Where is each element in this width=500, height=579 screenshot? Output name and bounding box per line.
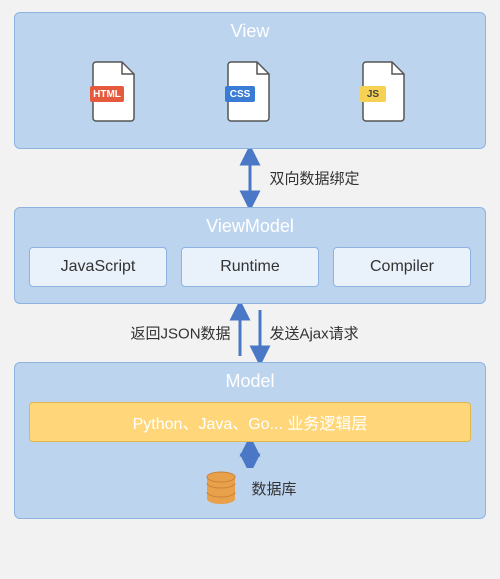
connector-business-db xyxy=(29,442,471,468)
viewmodel-item-javascript: JavaScript xyxy=(29,247,167,287)
connector-viewmodel-model: 返回JSON数据 发送Ajax请求 xyxy=(14,304,486,362)
bidirectional-arrow-icon xyxy=(235,149,265,207)
html-file-icon: HTML xyxy=(90,60,140,122)
view-icons-row: HTML CSS JS xyxy=(29,52,471,132)
viewmodel-items-row: JavaScript Runtime Compiler xyxy=(29,247,471,287)
viewmodel-item-runtime: Runtime xyxy=(181,247,319,287)
bidirectional-arrow-small-icon xyxy=(238,442,262,468)
connector-view-viewmodel: 双向数据绑定 xyxy=(14,149,486,207)
connector2-up-label: 返回JSON数据 xyxy=(131,323,231,344)
database-icon xyxy=(203,470,239,506)
html-badge-text: HTML xyxy=(93,89,121,100)
js-badge-text: JS xyxy=(367,89,380,100)
view-layer: View HTML CSS JS xyxy=(14,12,486,149)
database-label: 数据库 xyxy=(251,478,296,499)
database-row: 数据库 xyxy=(29,470,471,506)
model-layer: Model Python、Java、Go... 业务逻辑层 数据库 xyxy=(14,362,486,519)
business-logic-box: Python、Java、Go... 业务逻辑层 xyxy=(29,402,471,442)
viewmodel-item-compiler: Compiler xyxy=(333,247,471,287)
model-title: Model xyxy=(29,371,471,392)
connector2-down-label: 发送Ajax请求 xyxy=(269,323,358,344)
viewmodel-layer: ViewModel JavaScript Runtime Compiler xyxy=(14,207,486,304)
css-file-icon: CSS xyxy=(225,60,275,122)
viewmodel-title: ViewModel xyxy=(29,216,471,237)
connector1-label: 双向数据绑定 xyxy=(269,168,359,189)
js-file-icon: JS xyxy=(360,60,410,122)
css-badge-text: CSS xyxy=(230,89,251,100)
view-title: View xyxy=(29,21,471,42)
